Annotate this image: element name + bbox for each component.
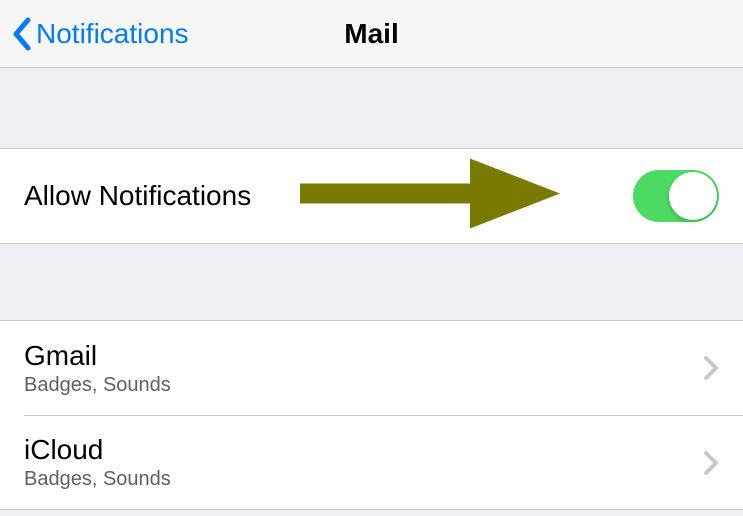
allow-notifications-cell: Allow Notifications xyxy=(0,149,743,243)
account-detail: Badges, Sounds xyxy=(24,468,703,491)
allow-notifications-group: Allow Notifications xyxy=(0,148,743,244)
chevron-right-icon xyxy=(703,450,719,476)
allow-notifications-label: Allow Notifications xyxy=(24,180,251,212)
accounts-group: Gmail Badges, Sounds iCloud Badges, Soun… xyxy=(0,320,743,510)
back-button[interactable]: Notifications xyxy=(0,17,189,51)
account-text: Gmail Badges, Sounds xyxy=(24,340,703,397)
section-spacer xyxy=(0,244,743,320)
account-text: iCloud Badges, Sounds xyxy=(24,434,703,491)
navbar: Notifications Mail xyxy=(0,0,743,68)
chevron-right-icon xyxy=(703,355,719,381)
back-label: Notifications xyxy=(36,18,189,50)
account-detail: Badges, Sounds xyxy=(24,374,703,397)
account-name: Gmail xyxy=(24,340,703,372)
annotation-arrow-icon xyxy=(300,159,560,234)
account-name: iCloud xyxy=(24,434,703,466)
toggle-knob xyxy=(669,172,717,220)
account-row-icloud[interactable]: iCloud Badges, Sounds xyxy=(24,415,743,509)
account-row-gmail[interactable]: Gmail Badges, Sounds xyxy=(0,321,743,415)
section-spacer xyxy=(0,68,743,148)
allow-notifications-toggle[interactable] xyxy=(633,170,719,222)
page-title: Mail xyxy=(344,18,398,50)
chevron-left-icon xyxy=(12,17,32,51)
